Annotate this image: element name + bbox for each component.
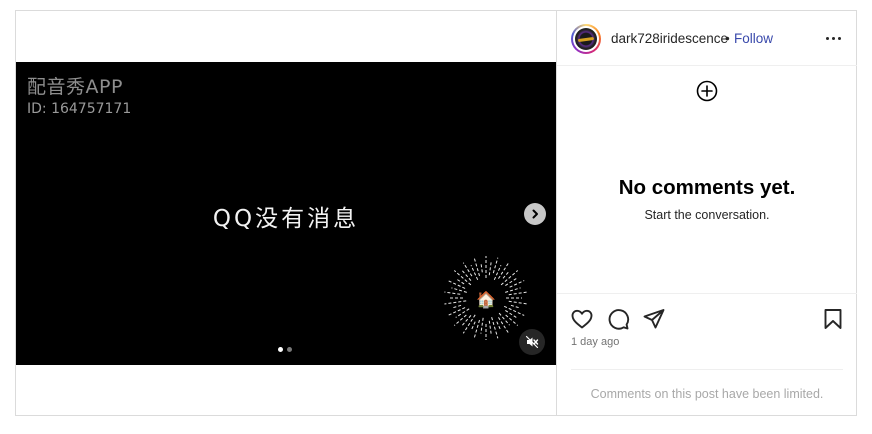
burst-ray — [447, 280, 466, 289]
next-slide-button[interactable] — [524, 203, 546, 225]
burst-ray — [508, 291, 528, 296]
burst-ray — [462, 262, 473, 277]
avatar-ring — [573, 26, 599, 52]
video-player[interactable]: 配音秀APP ID: 164757171 QQ没有消息 🏠 — [16, 62, 556, 365]
burst-ray — [505, 287, 521, 293]
burst-ray — [508, 300, 528, 305]
burst-ray — [447, 307, 466, 316]
burst-ray — [455, 308, 470, 318]
burst-ray — [470, 265, 479, 281]
carousel-dot — [287, 347, 292, 352]
media-column: 配音秀APP ID: 164757171 QQ没有消息 🏠 — [16, 11, 556, 415]
burst-ray — [470, 321, 476, 331]
dot-separator: • — [725, 31, 730, 46]
more-options-button[interactable] — [823, 30, 843, 46]
bookmark-icon[interactable] — [821, 307, 845, 331]
burst-ray — [462, 270, 472, 281]
empty-comments-subtitle: Start the conversation. — [644, 208, 770, 222]
burst-ray — [480, 262, 483, 273]
avatar-image — [575, 28, 597, 50]
mute-toggle-button[interactable] — [519, 329, 545, 355]
burst-ray — [480, 317, 484, 334]
burst-ray — [488, 320, 492, 334]
comments-limited-notice: Comments on this post have been limited. — [590, 387, 824, 401]
username-link[interactable]: dark728iridescence — [611, 31, 728, 46]
burst-ray — [453, 314, 467, 326]
follow-button[interactable]: Follow — [734, 31, 773, 46]
watermark-brand: 配音秀APP — [27, 76, 123, 98]
comments-section: No comments yet. Start the conversation. — [557, 66, 857, 294]
post-header: dark728iridescence • Follow — [557, 11, 857, 66]
burst-ray — [498, 317, 510, 334]
carousel-dot — [278, 347, 283, 352]
more-dot — [831, 36, 835, 40]
heart-icon[interactable] — [570, 307, 594, 331]
post-sidebar: dark728iridescence • Follow No comments … — [556, 11, 857, 415]
burst-ray — [503, 305, 525, 316]
burst-ray — [505, 314, 519, 326]
burst-ray — [444, 291, 461, 295]
post-timestamp[interactable]: 1 day ago — [571, 336, 619, 348]
circle-plus-icon[interactable] — [696, 80, 718, 102]
carousel-indicator — [278, 347, 292, 352]
action-bar — [557, 307, 857, 331]
burst-ray — [455, 278, 465, 285]
avatar[interactable] — [571, 24, 601, 54]
burst-ray — [491, 317, 499, 339]
burst-ray — [498, 312, 510, 326]
burst-ray — [496, 321, 502, 331]
burst-ray — [498, 262, 510, 279]
burst-ray — [492, 257, 499, 274]
burst-ray — [444, 300, 467, 305]
divider — [571, 369, 843, 370]
empty-comments-title: No comments yet. — [618, 176, 796, 199]
comment-bubble-icon[interactable] — [606, 307, 630, 331]
burst-ray — [502, 270, 510, 279]
video-caption: QQ没有消息 — [212, 206, 360, 232]
burst-ray — [451, 304, 462, 309]
burst-ray — [510, 304, 521, 309]
sparkle-burst-icon: 🏠 — [440, 252, 532, 344]
chevron-right-icon — [532, 209, 538, 219]
house-emoji: 🏠 — [476, 291, 496, 309]
burst-ray — [488, 262, 492, 276]
speaker-muted-icon — [525, 335, 539, 349]
post-card: 配音秀APP ID: 164757171 QQ没有消息 🏠 dark728iri… — [15, 10, 857, 416]
more-horizontal-icon — [825, 36, 829, 40]
watermark-id: ID: 164757171 — [27, 101, 132, 117]
paper-plane-icon[interactable] — [642, 307, 666, 331]
more-dot — [837, 36, 841, 40]
